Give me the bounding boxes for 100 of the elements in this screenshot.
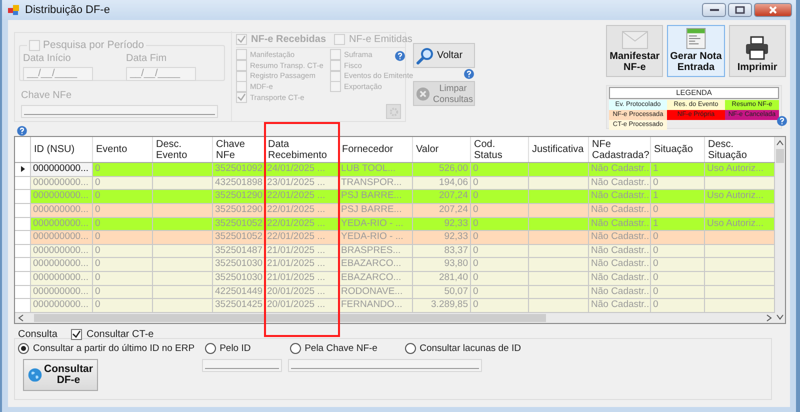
restore-button[interactable] (728, 3, 752, 17)
column-header[interactable]: Situação (651, 137, 705, 162)
table-row[interactable]: 000000000... 0 352501092 24/01/2025 ... LUB TOOL... 526,00 0 Não Cadastr...1 Uso Autoriz... (15, 163, 775, 177)
key-label: Chave NFe (21, 90, 72, 101)
table-cell: Uso Autoriz... (707, 163, 764, 174)
key-field[interactable] (21, 105, 218, 118)
table-cell: Não Cadastr... (591, 244, 650, 256)
radio-button[interactable] (204, 343, 216, 354)
column-header[interactable]: Data Recebimento (265, 137, 339, 162)
column-header[interactable]: Chave NFe (213, 137, 265, 162)
table-cell: 20/01/2025 ... (267, 299, 326, 310)
table-cell: 22/01/2025 ... (267, 204, 326, 215)
consult-button[interactable]: Consultar DF-e (23, 359, 98, 391)
table-cell: FERNANDO... (341, 299, 402, 310)
table-cell: 000000000... (33, 218, 88, 229)
table-cell: YEDA-RIO - ... (341, 231, 404, 242)
generate-entry-button[interactable]: Gerar Nota Entrada (667, 25, 725, 77)
table-cell: 352501290 (215, 204, 263, 215)
close-button[interactable] (754, 3, 792, 17)
checkbox[interactable] (236, 34, 247, 44)
table-cell: 207,24 (438, 190, 468, 202)
table-cell: BRASPRES... (341, 244, 401, 256)
table-cell: 22/01/2025 ... (267, 231, 326, 242)
column-header[interactable]: ID (NSU) (31, 137, 93, 162)
manifest-button[interactable]: Manifestar NF-e (606, 25, 664, 77)
radio-button[interactable] (290, 343, 301, 354)
table-cell: 0 (653, 258, 658, 270)
scroll-left-icon (18, 314, 24, 322)
checkbox[interactable] (71, 328, 82, 340)
restore-icon (735, 6, 745, 14)
consult-mode-label: Consultar a partir do último ID no ERP (33, 343, 195, 354)
table-cell: 20/01/2025 ... (267, 286, 326, 297)
column-header[interactable]: Justificativa (529, 137, 589, 162)
settings-button[interactable] (386, 104, 401, 120)
table-cell: 0 (95, 190, 100, 202)
radio-button[interactable] (18, 343, 29, 354)
key-field[interactable] (288, 359, 482, 372)
vertical-scrollbar[interactable] (775, 137, 785, 323)
table-cell: 352501030 (215, 272, 263, 284)
table-cell: Uso Autoriz... (707, 218, 764, 229)
scroll-down-icon (776, 314, 784, 320)
table-cell: 000000000... (33, 190, 88, 202)
id-field[interactable] (202, 359, 282, 372)
scroll-thumb[interactable] (34, 314, 546, 322)
table-cell: PSJ BARRE... (341, 204, 402, 215)
consult-mode-label: Consultar lacunas de ID (420, 343, 521, 354)
table-cell: 422501449 (215, 286, 263, 297)
column-header[interactable]: Fornecedor (339, 137, 413, 162)
radio-button[interactable] (404, 343, 416, 354)
back-button[interactable]: Voltar (413, 43, 475, 68)
app-icon (8, 4, 20, 16)
table-cell: 21/01/2025 ... (267, 272, 326, 284)
column-header[interactable]: Evento (93, 137, 153, 162)
column-header[interactable]: Cod. Status (471, 137, 529, 162)
table-cell: 432501898 (215, 176, 263, 188)
consult-mode-label: Pela Chave NF-e (304, 343, 378, 354)
table-cell: 352501052 (215, 218, 263, 229)
print-button[interactable]: Imprimir (728, 25, 786, 77)
table-cell: 000000000... (33, 272, 88, 284)
table-cell: 000000000... (33, 244, 88, 256)
help-icon[interactable] (777, 116, 787, 126)
table-cell: 352501030 (215, 258, 263, 270)
table-cell: Não Cadastr... (591, 299, 650, 310)
table-cell: 0 (95, 218, 100, 229)
table-cell: 0 (95, 163, 100, 174)
table-cell: 0 (473, 163, 478, 174)
table-cell: Não Cadastr... (591, 163, 650, 174)
start-date-label: Data Início (23, 53, 72, 64)
table-cell: Não Cadastr... (591, 176, 650, 188)
table-cell: EBAZARCO... (341, 272, 402, 284)
minimize-button[interactable] (702, 3, 726, 17)
table-cell: 352501290 (215, 190, 263, 202)
help-icon[interactable] (464, 69, 474, 79)
table-cell: Uso Autoriz... (707, 190, 764, 202)
end-date-label: Data Fim (126, 53, 168, 64)
table-cell: 000000000... (33, 299, 88, 310)
consult-cte-label: Consultar CT-e (86, 328, 154, 340)
table-cell: 000000000... (33, 204, 88, 215)
table-cell: 1 (653, 163, 658, 174)
table-cell: 352501092 (215, 163, 263, 174)
document-type-label: NF-e Recebidas (251, 34, 326, 44)
row-header[interactable] (15, 163, 31, 176)
table-cell: YEDA-RIO - ... (341, 218, 404, 229)
column-header[interactable]: NFe Cadastrada? (589, 137, 651, 162)
table-cell: Não Cadastr... (591, 218, 650, 229)
column-header[interactable]: Desc. Evento (153, 137, 213, 162)
table-cell: 0 (473, 286, 478, 297)
column-header[interactable]: Valor (413, 137, 471, 162)
table-cell: 3.289,85 (431, 299, 468, 310)
table-cell: 0 (653, 244, 658, 256)
table-cell: 0 (653, 176, 658, 188)
help-icon[interactable] (395, 51, 405, 61)
table-cell: 92,33 (444, 231, 468, 242)
help-icon[interactable] (17, 126, 27, 136)
table-cell: 352501425 (215, 299, 263, 310)
horizontal-scrollbar[interactable] (15, 313, 775, 324)
scroll-thumb[interactable] (776, 149, 784, 163)
table-cell: 22/01/2025 ... (267, 190, 326, 202)
table-cell: 0 (473, 231, 478, 242)
table-cell: 0 (473, 272, 478, 284)
